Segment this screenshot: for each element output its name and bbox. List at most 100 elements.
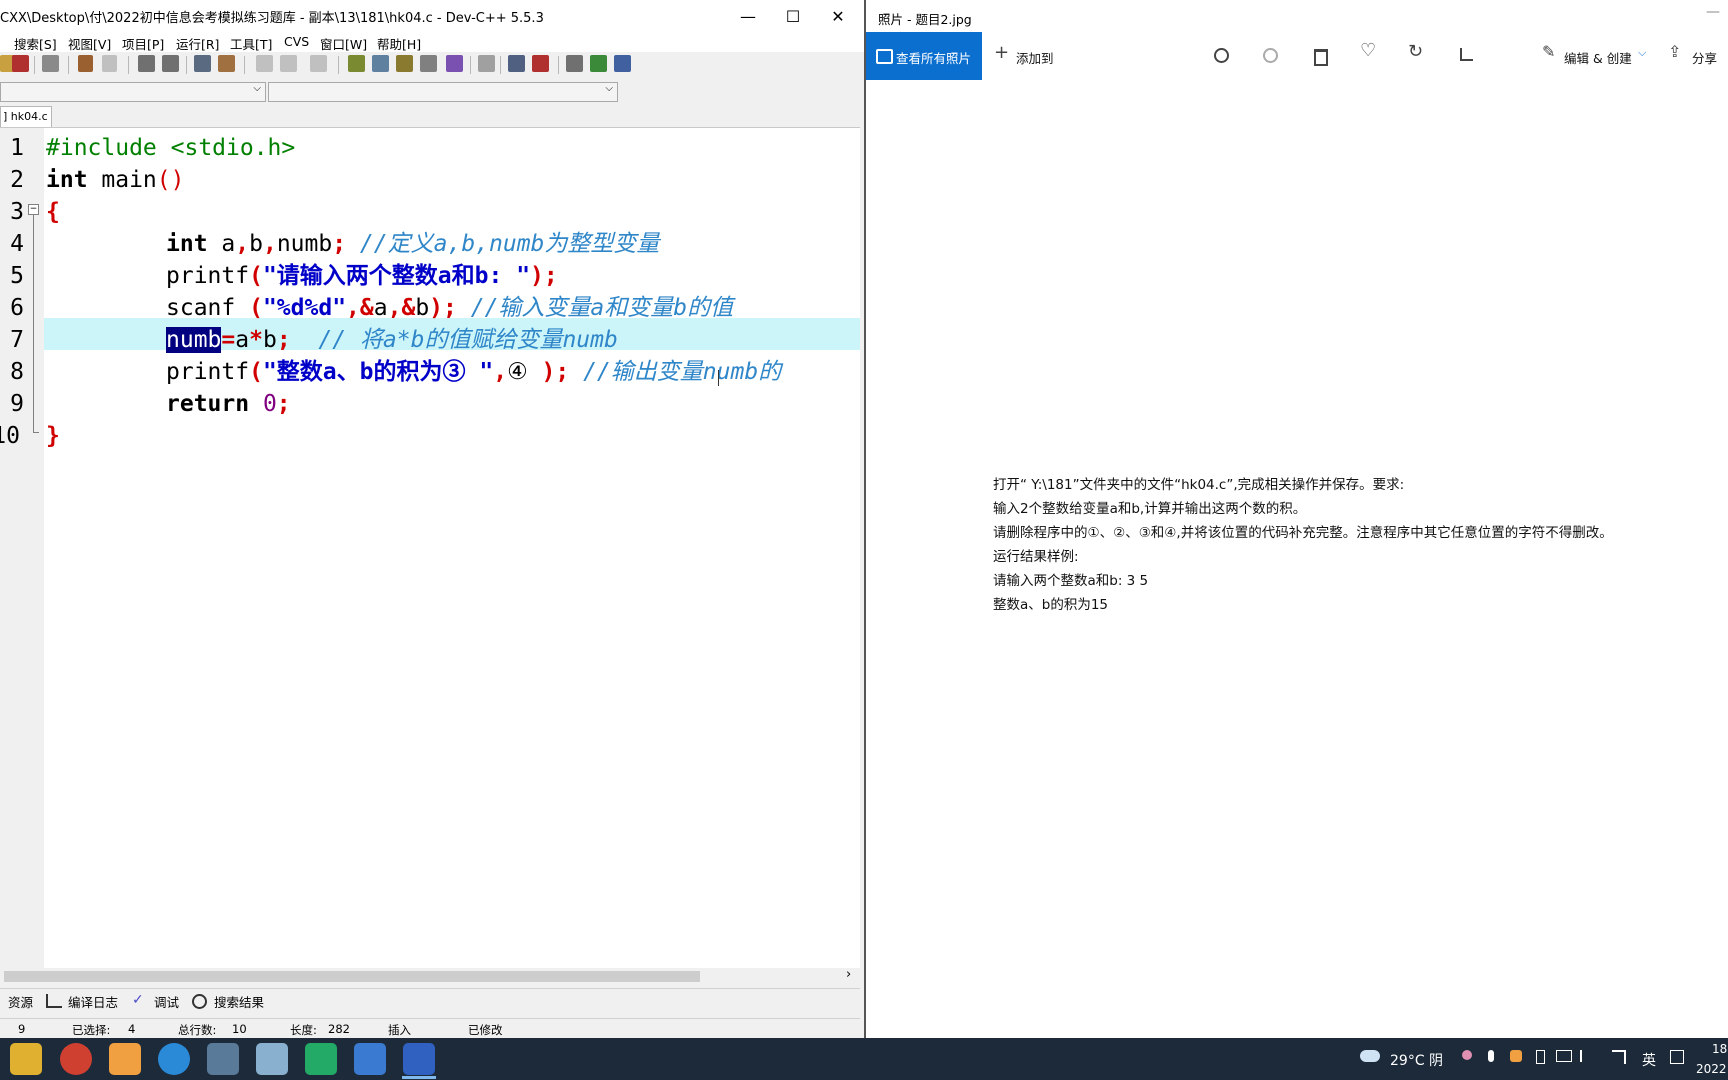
menu-run[interactable]: 运行[R] (176, 34, 219, 53)
function-call: printf (166, 263, 250, 289)
menu-tools[interactable]: 工具[T] (230, 34, 272, 53)
class-select[interactable]: ⌵ (0, 82, 266, 102)
chevron-down-icon: ⌵ (605, 83, 613, 94)
export-icon[interactable] (566, 55, 583, 72)
heart-icon[interactable]: ♡ (1360, 40, 1376, 61)
file-explorer-icon[interactable] (10, 1043, 42, 1075)
new-project-icon[interactable] (348, 55, 365, 72)
paren: ( (249, 295, 263, 321)
member-select[interactable]: ⌵ (268, 82, 618, 102)
edit-icon: ✎ (1542, 42, 1556, 61)
var-a: a (235, 327, 250, 353)
app-icon[interactable] (109, 1043, 141, 1075)
pen-icon[interactable] (1612, 1050, 1626, 1064)
app-tray-icon[interactable] (1510, 1050, 1522, 1062)
undo-icon[interactable] (78, 55, 93, 72)
crop-icon[interactable] (1460, 48, 1473, 61)
ime-grid-icon[interactable] (1670, 1050, 1684, 1064)
replace-icon[interactable] (162, 55, 179, 72)
weather-text[interactable]: 29°C 阴 (1390, 1050, 1443, 1070)
volume-icon[interactable] (1580, 1050, 1594, 1062)
menu-window[interactable]: 窗口[W] (320, 34, 367, 53)
zoom-in-icon[interactable] (1214, 48, 1229, 63)
import-icon[interactable] (590, 55, 607, 72)
chrome-icon[interactable] (60, 1043, 92, 1075)
delete-icon[interactable] (478, 55, 495, 72)
unindent-icon[interactable] (218, 55, 235, 72)
line-number: 10 (0, 423, 20, 449)
redo-icon[interactable] (102, 55, 117, 72)
toolbar-separator (244, 56, 245, 74)
zoom-out-icon[interactable] (1263, 48, 1278, 63)
flower-icon[interactable] (1462, 1050, 1472, 1060)
print-icon[interactable] (42, 55, 59, 72)
code-line-2: int main() (46, 164, 185, 196)
tab-resources[interactable]: 资源 (8, 992, 33, 1011)
toolbar-separator (128, 56, 129, 74)
tool-icon[interactable] (207, 1043, 239, 1075)
pycharm-icon[interactable] (305, 1043, 337, 1075)
menu-project[interactable]: 项目[P] (122, 34, 164, 53)
tab-debug[interactable]: 调试 (154, 992, 179, 1011)
help-book-icon[interactable] (614, 55, 631, 72)
menu-help[interactable]: 帮助[H] (377, 34, 421, 53)
goto-line-icon[interactable] (310, 55, 327, 72)
menu-view[interactable]: 视图[V] (68, 34, 111, 53)
status-bar: 9 已选择: 4 总行数: 10 长度: 282 插入 已修改 (0, 1018, 860, 1039)
grid-icon[interactable] (420, 55, 437, 72)
notepad-icon[interactable] (256, 1043, 288, 1075)
assign-op: = (221, 327, 236, 353)
battery-icon[interactable] (1536, 1050, 1545, 1064)
rotate-icon[interactable]: ↻ (1408, 41, 1423, 62)
code-line-6: scanf ("%d%d",&a,&b); //输入变量a和变量b的值 (166, 292, 733, 324)
layout-icon[interactable] (396, 55, 413, 72)
cloud-icon[interactable] (1360, 1050, 1380, 1062)
find-icon[interactable] (138, 55, 155, 72)
scrollbar-thumb[interactable] (4, 971, 700, 982)
menu-search[interactable]: 搜索[S] (14, 34, 57, 53)
close-button[interactable]: ✕ (816, 0, 860, 32)
chart-icon[interactable] (508, 55, 525, 72)
semicolon: ; (276, 327, 291, 353)
doc-line-2: 输入2个整数给变量a和b,计算并输出这两个数的积。 (993, 501, 1307, 517)
delete-icon[interactable] (1314, 49, 1328, 66)
horizontal-scrollbar[interactable]: › (0, 967, 860, 984)
devcpp-title-bar[interactable]: CXX\Desktop\付\2022初中信息会考模拟练习题库 - 副本\13\1… (0, 0, 864, 32)
tab-compile-log[interactable]: 编译日志 (68, 992, 118, 1011)
chevron-down-icon[interactable]: ⌵ (1638, 46, 1646, 60)
devcpp-icon[interactable] (403, 1043, 435, 1075)
check-icon[interactable] (446, 55, 463, 72)
ime-indicator[interactable]: 英 (1642, 1050, 1656, 1070)
close-file-icon[interactable] (12, 55, 29, 72)
view-all-photos-button[interactable]: 查看所有照片 (866, 32, 982, 80)
blank-marker: ④ (507, 359, 542, 385)
photos-icon[interactable] (354, 1043, 386, 1075)
menu-cvs[interactable]: CVS (284, 34, 309, 49)
network-icon[interactable] (1556, 1050, 1572, 1062)
toolbar-separator (470, 56, 471, 74)
minimize-button[interactable]: — (726, 0, 770, 32)
edit-create-button[interactable]: 编辑 & 创建 (1564, 48, 1632, 67)
tab-hk04[interactable]: ] hk04.c (0, 106, 52, 127)
code-editor[interactable]: 1 2 3 4 5 6 7 8 9 10 − #include <stdio.h… (0, 127, 860, 968)
add-to-button[interactable]: 添加到 (1016, 48, 1054, 67)
bookmark-prev-icon[interactable] (256, 55, 273, 72)
clock-time[interactable]: 18 (1712, 1042, 1727, 1056)
edge-icon[interactable] (158, 1043, 190, 1075)
microphone-icon[interactable] (1488, 1050, 1494, 1062)
window-icon[interactable] (372, 55, 389, 72)
bookmark-next-icon[interactable] (280, 55, 297, 72)
function-name: main (87, 167, 157, 193)
indent-icon[interactable] (194, 55, 211, 72)
scroll-right-icon[interactable]: › (846, 967, 851, 982)
clock-date[interactable]: 2022 (1696, 1062, 1727, 1076)
profile-icon[interactable] (532, 55, 549, 72)
share-button[interactable]: 分享 (1692, 48, 1717, 67)
code-line-1: #include <stdio.h> (46, 135, 296, 161)
maximize-button[interactable]: ☐ (771, 0, 815, 32)
tab-search-results[interactable]: 搜索结果 (214, 992, 264, 1011)
search-icon (192, 994, 207, 1009)
minimize-button[interactable]: — (1706, 4, 1720, 20)
line-number: 3 (10, 199, 24, 225)
fold-toggle-icon[interactable]: − (28, 204, 39, 215)
